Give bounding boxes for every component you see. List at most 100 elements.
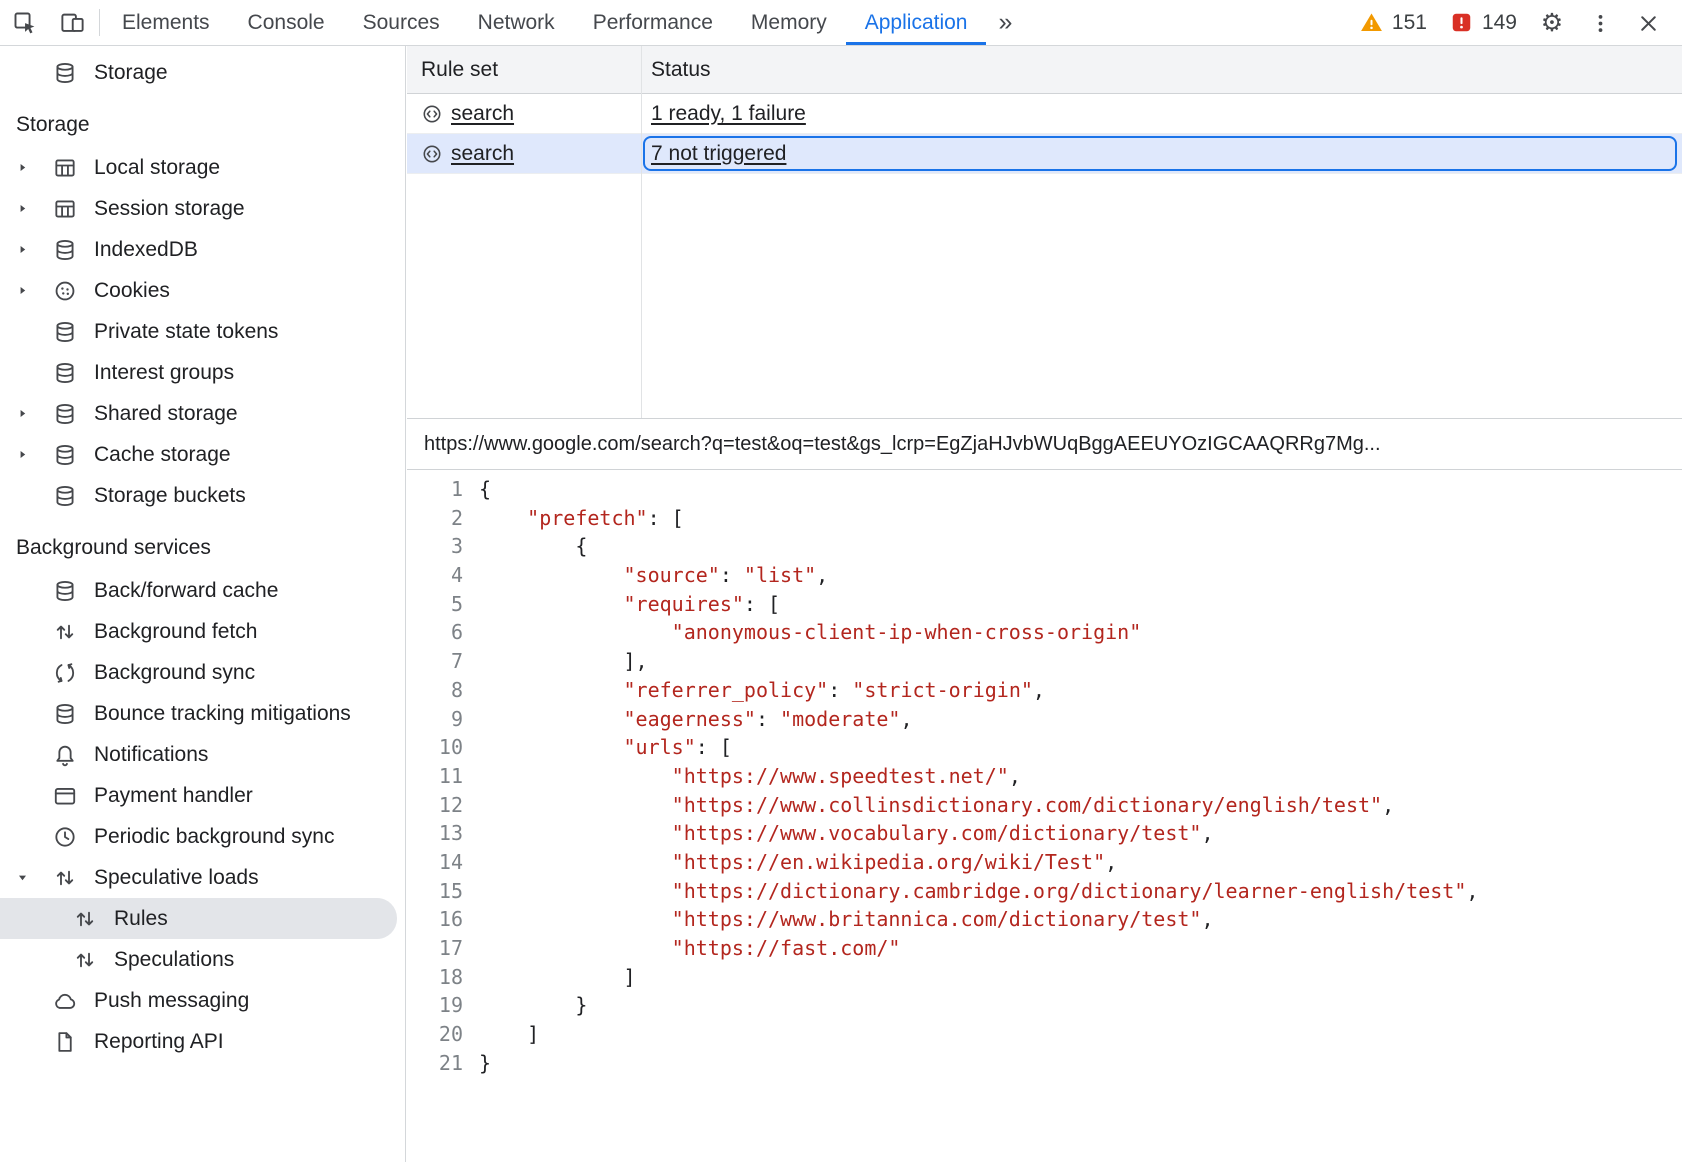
code-line: 11 "https://www.speedtest.net/", bbox=[407, 762, 1682, 791]
chevron-right-icon[interactable] bbox=[16, 407, 52, 420]
sidebar-item-interest-groups[interactable]: Interest groups bbox=[0, 352, 405, 393]
sidebar-item-private-state-tokens[interactable]: Private state tokens bbox=[0, 311, 405, 352]
rule-set-link[interactable]: search bbox=[451, 142, 514, 166]
tab-network[interactable]: Network bbox=[459, 0, 574, 45]
chevron-right-icon[interactable] bbox=[16, 243, 52, 256]
chevron-right-icon[interactable] bbox=[16, 448, 52, 461]
sidebar-item-reporting-api[interactable]: Reporting API bbox=[0, 1021, 405, 1062]
code-text: "anonymous-client-ip-when-cross-origin" bbox=[479, 618, 1141, 647]
sidebar-item-cookies[interactable]: Cookies bbox=[0, 270, 405, 311]
line-number: 9 bbox=[407, 705, 479, 734]
sidebar-item-storage-overview[interactable]: Storage bbox=[0, 52, 405, 93]
sidebar-item-payment-handler[interactable]: Payment handler bbox=[0, 775, 405, 816]
code-text: "eagerness": "moderate", bbox=[479, 705, 913, 734]
status-cell-focus-ring bbox=[643, 136, 1677, 171]
rule-set-link[interactable]: search bbox=[451, 102, 514, 126]
sidebar-item-cache-storage[interactable]: Cache storage bbox=[0, 434, 405, 475]
tab-application[interactable]: Application bbox=[846, 0, 987, 45]
code-text: "prefetch": [ bbox=[479, 504, 684, 533]
inspect-cursor-icon bbox=[11, 9, 38, 36]
sidebar-item-rules[interactable]: Rules bbox=[0, 898, 397, 939]
code-line: 20 ] bbox=[407, 1020, 1682, 1049]
line-number: 1 bbox=[407, 475, 479, 504]
sidebar-item-speculative-loads[interactable]: Speculative loads bbox=[0, 857, 405, 898]
chevron-down-icon[interactable] bbox=[16, 871, 52, 884]
errors-counter[interactable]: 149 bbox=[1440, 10, 1526, 35]
sidebar-item-local-storage[interactable]: Local storage bbox=[0, 147, 405, 188]
rule-set-row[interactable]: search 1 ready, 1 failure bbox=[407, 94, 1682, 134]
sidebar-item-push-messaging[interactable]: Push messaging bbox=[0, 980, 405, 1021]
section-header-background-services: Background services bbox=[0, 536, 405, 560]
code-text: "https://fast.com/" bbox=[479, 934, 900, 963]
up-down-arrows-icon bbox=[52, 619, 78, 645]
code-line: 19 } bbox=[407, 991, 1682, 1020]
sidebar-item-storage-buckets[interactable]: Storage buckets bbox=[0, 475, 405, 516]
source-url: https://www.google.com/search?q=test&oq=… bbox=[424, 433, 1381, 456]
cookie-icon bbox=[52, 278, 78, 304]
code-line: 21 } bbox=[407, 1049, 1682, 1078]
status-link[interactable]: 7 not triggered bbox=[651, 142, 786, 166]
more-tabs-button[interactable]: » bbox=[986, 0, 1024, 45]
close-devtools-button[interactable] bbox=[1626, 0, 1670, 46]
error-icon bbox=[1449, 10, 1474, 35]
database-icon bbox=[52, 442, 78, 468]
line-number: 6 bbox=[407, 618, 479, 647]
line-number: 12 bbox=[407, 791, 479, 820]
database-icon bbox=[52, 578, 78, 604]
database-icon bbox=[52, 319, 78, 345]
tab-elements[interactable]: Elements bbox=[103, 0, 229, 45]
json-source-viewer: 1 { 2 "prefetch": [ 3 { 4 "sour bbox=[407, 470, 1682, 1162]
code-text: "referrer_policy": "strict-origin", bbox=[479, 676, 1045, 705]
code-text: "source": "list", bbox=[479, 561, 828, 590]
code-text: } bbox=[479, 1049, 491, 1078]
line-number: 19 bbox=[407, 991, 479, 1020]
sidebar-item-bounce-tracking-mitigations[interactable]: Bounce tracking mitigations bbox=[0, 693, 405, 734]
up-down-arrows-icon bbox=[72, 906, 98, 932]
tab-sources[interactable]: Sources bbox=[344, 0, 459, 45]
line-number: 4 bbox=[407, 561, 479, 590]
code-line: 16 "https://www.britannica.com/dictionar… bbox=[407, 905, 1682, 934]
code-text: ], bbox=[479, 647, 648, 676]
code-line: 5 "requires": [ bbox=[407, 590, 1682, 619]
rule-set-table: Rule set Status search 1 ready, 1 failur… bbox=[407, 46, 1682, 419]
sidebar-item-notifications[interactable]: Notifications bbox=[0, 734, 405, 775]
sidebar-item-session-storage[interactable]: Session storage bbox=[0, 188, 405, 229]
devtools-window: Elements Console Sources Network Perform… bbox=[0, 0, 1682, 1162]
code-text: { bbox=[479, 532, 587, 561]
sidebar-item-speculations[interactable]: Speculations bbox=[0, 939, 405, 980]
code-line: 4 "source": "list", bbox=[407, 561, 1682, 590]
code-line: 12 "https://www.collinsdictionary.com/di… bbox=[407, 791, 1682, 820]
rule-set-table-header: Rule set Status bbox=[407, 46, 1682, 94]
sidebar-item-background-sync[interactable]: Background sync bbox=[0, 652, 405, 693]
sidebar-item-background-fetch[interactable]: Background fetch bbox=[0, 611, 405, 652]
warning-count: 151 bbox=[1392, 11, 1427, 35]
device-toolbar-button[interactable] bbox=[48, 0, 96, 45]
code-line: 8 "referrer_policy": "strict-origin", bbox=[407, 676, 1682, 705]
chevron-right-icon[interactable] bbox=[16, 161, 52, 174]
tab-memory[interactable]: Memory bbox=[732, 0, 846, 45]
line-number: 17 bbox=[407, 934, 479, 963]
chevron-right-icon[interactable] bbox=[16, 284, 52, 297]
sidebar-item-indexeddb[interactable]: IndexedDB bbox=[0, 229, 405, 270]
status-link[interactable]: 1 ready, 1 failure bbox=[651, 102, 806, 126]
sidebar-item-shared-storage[interactable]: Shared storage bbox=[0, 393, 405, 434]
code-text: "https://en.wikipedia.org/wiki/Test", bbox=[479, 848, 1117, 877]
rule-set-row-selected[interactable]: search 7 not triggered bbox=[407, 134, 1682, 174]
more-options-button[interactable] bbox=[1578, 0, 1622, 46]
line-number: 8 bbox=[407, 676, 479, 705]
warnings-counter[interactable]: 151 bbox=[1350, 10, 1436, 35]
sidebar-item-back-forward-cache[interactable]: Back/forward cache bbox=[0, 570, 405, 611]
kebab-menu-icon bbox=[1588, 11, 1613, 36]
toolbar-divider bbox=[99, 9, 100, 36]
devtools-toolbar: Elements Console Sources Network Perform… bbox=[0, 0, 1682, 46]
database-icon bbox=[52, 60, 78, 86]
sidebar-item-periodic-background-sync[interactable]: Periodic background sync bbox=[0, 816, 405, 857]
panel-tabs: Elements Console Sources Network Perform… bbox=[103, 0, 1024, 45]
inspect-element-button[interactable] bbox=[0, 0, 48, 45]
settings-gear-button[interactable]: ⚙ bbox=[1530, 0, 1574, 46]
tab-performance[interactable]: Performance bbox=[574, 0, 732, 45]
tab-console[interactable]: Console bbox=[229, 0, 344, 45]
line-number: 18 bbox=[407, 963, 479, 992]
chevron-right-icon[interactable] bbox=[16, 202, 52, 215]
code-line: 1 { bbox=[407, 475, 1682, 504]
